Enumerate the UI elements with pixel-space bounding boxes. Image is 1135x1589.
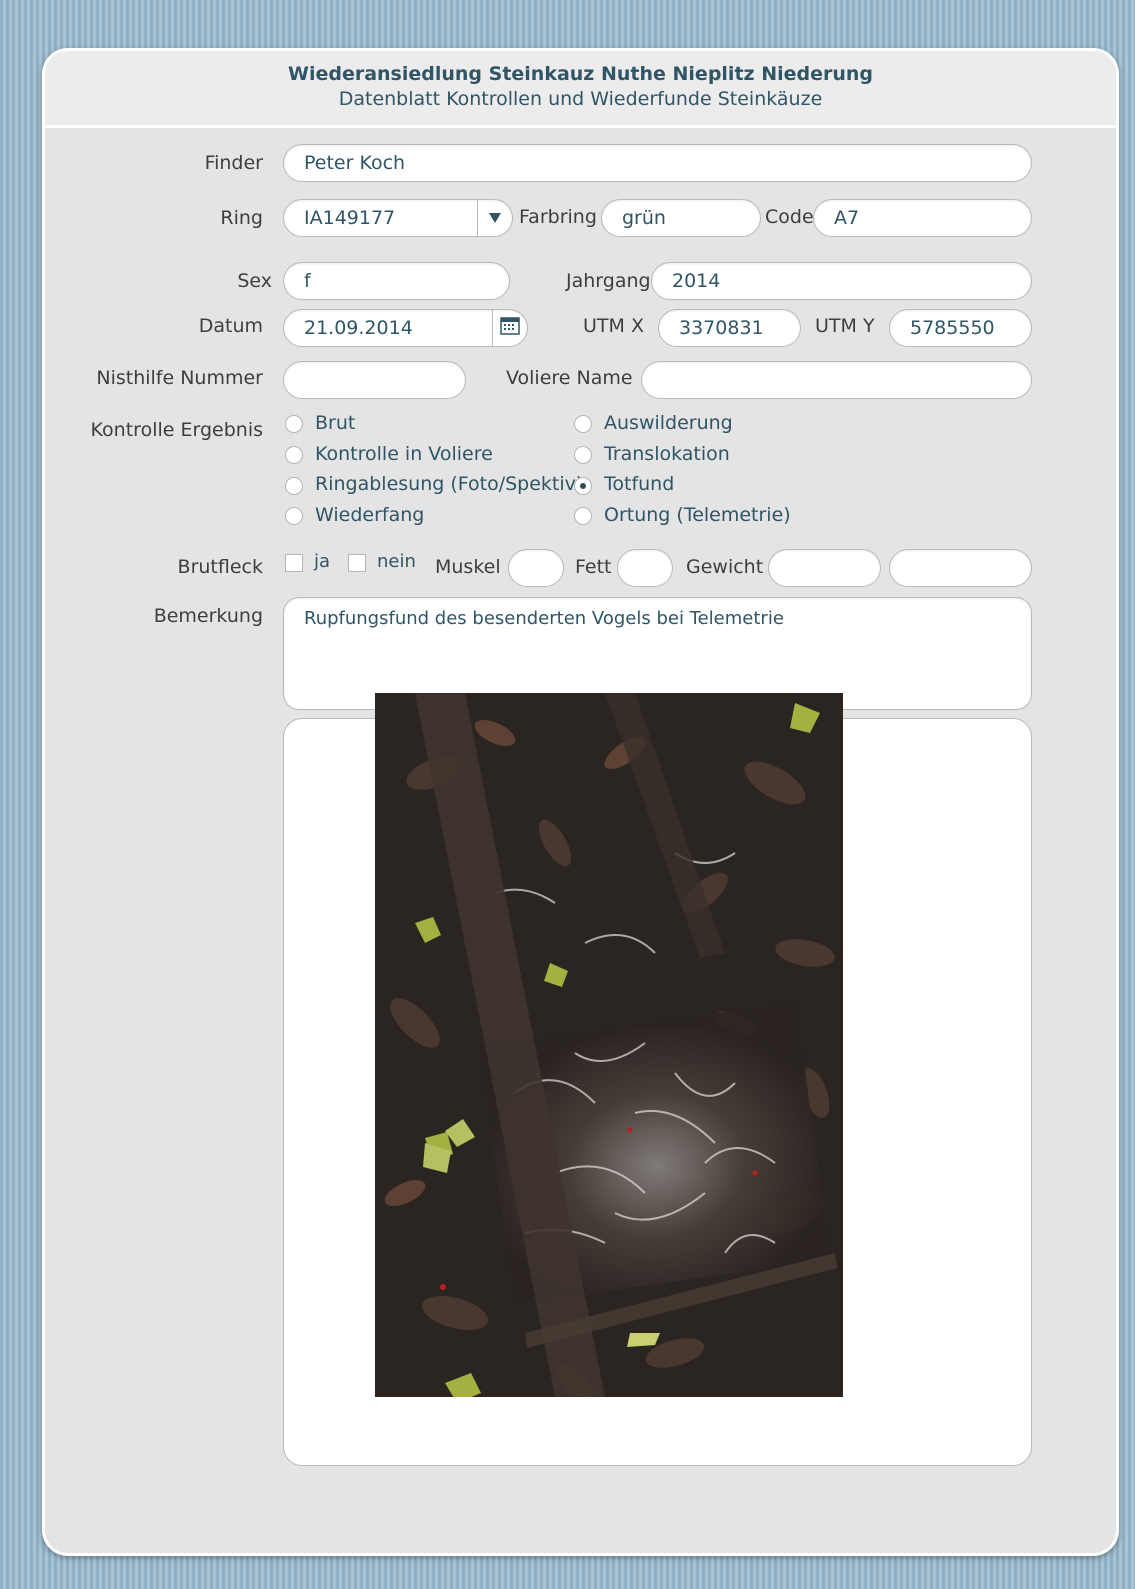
datum-field[interactable]: [283, 309, 528, 347]
brutfleck-label: Brutfleck: [177, 556, 263, 578]
radio-label-ringablesung: Ringablesung (Foto/Spektiv): [315, 473, 584, 495]
radio-label-kontrolle-in-voliere: Kontrolle in Voliere: [315, 443, 493, 465]
radio-brut[interactable]: [285, 415, 303, 433]
jahrgang-label: Jahrgang: [566, 270, 651, 292]
farbring-field[interactable]: [601, 199, 761, 237]
farbring-input[interactable]: [622, 200, 750, 236]
radio-ringablesung[interactable]: [285, 477, 303, 495]
finder-input[interactable]: [304, 145, 1021, 181]
jahrgang-field[interactable]: [651, 262, 1032, 300]
form-title: Wiederansiedlung Steinkauz Nuthe Nieplit…: [287, 63, 874, 85]
sex-input[interactable]: [304, 263, 499, 299]
kontrolle-label: Kontrolle Ergebnis: [90, 419, 263, 441]
radio-translokation[interactable]: [574, 446, 592, 464]
photo-feathers-illustration: [375, 693, 843, 1397]
nisthilfe-label: Nisthilfe Nummer: [96, 367, 263, 389]
ring-input[interactable]: [304, 200, 474, 236]
gewicht-label: Gewicht: [686, 556, 764, 578]
sex-label: Sex: [237, 270, 272, 292]
brutfleck-ja-checkbox[interactable]: [285, 554, 303, 572]
photo-image: [375, 693, 843, 1397]
gewicht-secondary-field[interactable]: [889, 549, 1032, 587]
fett-field[interactable]: [617, 549, 673, 587]
ring-field[interactable]: [283, 199, 513, 237]
muskel-field[interactable]: [508, 549, 564, 587]
radio-auswilderung[interactable]: [574, 415, 592, 433]
voliere-field[interactable]: [641, 361, 1032, 399]
utm-y-label: UTM Y: [815, 315, 875, 337]
form-subtitle: Datenblatt Kontrollen und Wiederfunde St…: [338, 88, 823, 110]
radio-ortung-telemetrie[interactable]: [574, 507, 592, 525]
radio-label-totfund: Totfund: [604, 473, 675, 495]
jahrgang-input[interactable]: [672, 263, 1021, 299]
calendar-icon: [500, 317, 520, 339]
datum-label: Datum: [198, 315, 263, 337]
datum-input[interactable]: [304, 310, 484, 346]
radio-wiederfang[interactable]: [285, 507, 303, 525]
farbring-label: Farbring: [519, 206, 597, 228]
muskel-label: Muskel: [435, 556, 501, 578]
voliere-label: Voliere Name: [506, 367, 633, 389]
brutfleck-nein-label: nein: [377, 551, 416, 572]
brutfleck-ja-label: ja: [314, 551, 331, 572]
gewicht-input[interactable]: [789, 550, 870, 586]
ring-label: Ring: [220, 207, 263, 229]
voliere-input[interactable]: [662, 362, 1021, 398]
radio-label-ortung-telemetrie: Ortung (Telemetrie): [604, 504, 791, 526]
nisthilfe-field[interactable]: [283, 361, 466, 399]
finder-label: Finder: [204, 152, 263, 174]
code-input[interactable]: [834, 200, 1021, 236]
utm-y-field[interactable]: [889, 309, 1032, 347]
code-field[interactable]: [813, 199, 1032, 237]
utm-x-input[interactable]: [679, 310, 790, 346]
radio-kontrolle-in-voliere[interactable]: [285, 446, 303, 464]
datum-picker-button[interactable]: [492, 310, 527, 346]
radio-label-auswilderung: Auswilderung: [604, 412, 733, 434]
triangle-down-icon: [488, 209, 502, 228]
gewicht-field[interactable]: [768, 549, 881, 587]
fett-label: Fett: [575, 556, 612, 578]
form-header: Wiederansiedlung Steinkauz Nuthe Nieplit…: [45, 51, 1116, 128]
sex-field[interactable]: [283, 262, 510, 300]
muskel-input[interactable]: [529, 550, 553, 586]
code-label: Code: [765, 206, 814, 228]
radio-totfund[interactable]: [574, 477, 592, 495]
fett-input[interactable]: [638, 550, 662, 586]
ring-dropdown-button[interactable]: [477, 200, 512, 236]
bemerkung-label: Bemerkung: [153, 605, 263, 627]
bemerkung-textarea[interactable]: Rupfungsfund des besenderten Vogels bei …: [304, 608, 1014, 703]
utm-x-label: UTM X: [583, 315, 644, 337]
radio-label-wiederfang: Wiederfang: [315, 504, 425, 526]
gewicht-secondary-input[interactable]: [910, 550, 1021, 586]
finder-field[interactable]: [283, 144, 1032, 182]
utm-x-field[interactable]: [658, 309, 801, 347]
utm-y-input[interactable]: [910, 310, 1021, 346]
radio-label-brut: Brut: [315, 412, 356, 434]
brutfleck-nein-checkbox[interactable]: [348, 554, 366, 572]
radio-label-translokation: Translokation: [604, 443, 730, 465]
nisthilfe-input[interactable]: [304, 362, 455, 398]
